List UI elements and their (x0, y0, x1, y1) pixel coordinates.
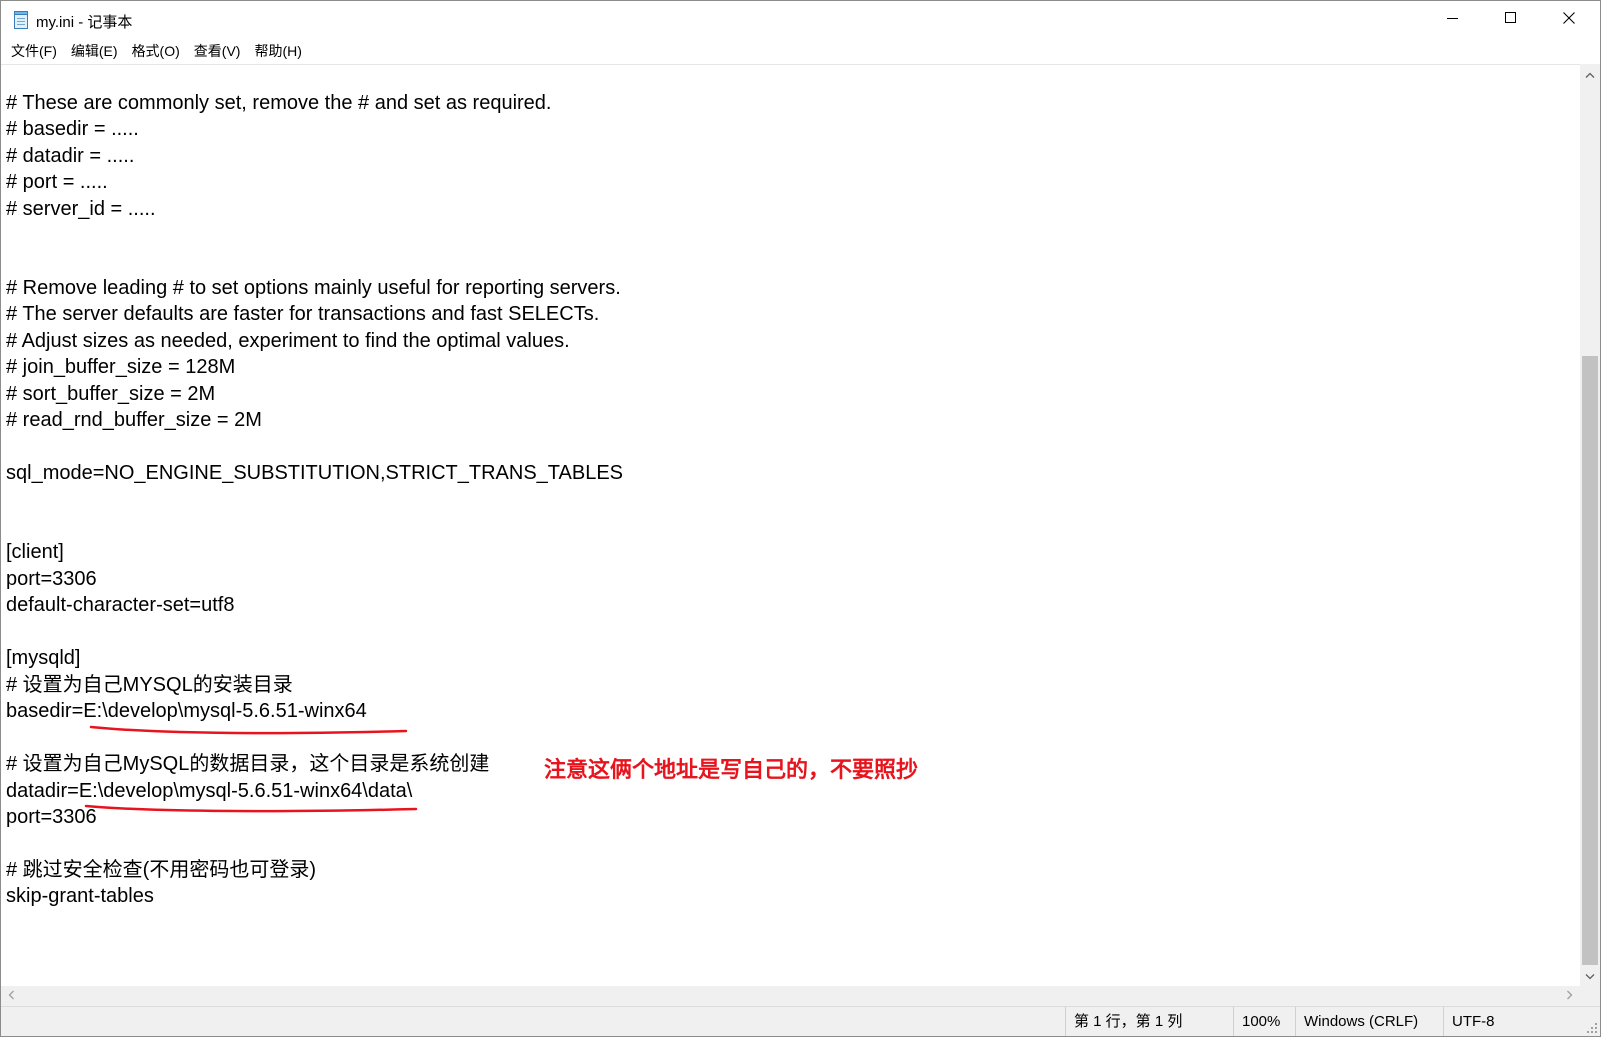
scroll-left-button[interactable] (1, 986, 21, 1006)
datadir-underline (84, 804, 418, 813)
maximize-icon (1505, 11, 1517, 29)
zoom-level: 100% (1233, 1007, 1295, 1036)
title-bar[interactable]: my.ini - 记事本 (1, 1, 1600, 39)
minimize-button[interactable] (1424, 1, 1482, 39)
encoding: UTF-8 (1443, 1007, 1581, 1036)
red-underline-marks (84, 725, 418, 813)
chevron-right-icon (1567, 987, 1573, 1005)
editor-line: port=3306 (6, 568, 97, 590)
text-editor[interactable]: # These are commonly set, remove the # a… (1, 64, 1580, 987)
editor-line: # join_buffer_size = 128M (6, 356, 236, 378)
scroll-right-button[interactable] (1560, 986, 1580, 1006)
notepad-icon (13, 11, 29, 29)
close-icon (1563, 11, 1575, 29)
editor-line: # Adjust sizes as needed, experiment to … (6, 330, 570, 352)
scrollbar-corner (1580, 986, 1600, 1006)
menu-view[interactable]: 查看(V) (187, 39, 248, 63)
maximize-button[interactable] (1482, 1, 1540, 39)
editor-line: basedir=E:\develop\mysql-5.6.51-winx64 (6, 700, 367, 722)
editor-line: datadir=E:\develop\mysql-5.6.51-winx64\d… (6, 780, 413, 802)
editor-line: [mysqld] (6, 647, 81, 669)
minimize-icon (1447, 11, 1459, 29)
menu-help[interactable]: 帮助(H) (247, 39, 308, 63)
scroll-up-button[interactable] (1580, 64, 1600, 84)
window-title: my.ini - 记事本 (36, 14, 133, 31)
editor-line: # 设置为自己MySQL的数据目录，这个目录是系统创建 (6, 753, 490, 775)
chevron-down-icon (1585, 967, 1595, 985)
menu-edit[interactable]: 编辑(E) (64, 39, 125, 63)
vertical-scrollbar[interactable] (1580, 64, 1600, 986)
vertical-scroll-thumb[interactable] (1582, 356, 1598, 965)
chevron-up-icon (1585, 65, 1595, 83)
editor-line: # Remove leading # to set options mainly… (6, 277, 621, 299)
editor-line: port=3306 (6, 806, 97, 828)
close-button[interactable] (1540, 1, 1598, 39)
editor-line: # The server defaults are faster for tra… (6, 303, 600, 325)
line-ending: Windows (CRLF) (1295, 1007, 1443, 1036)
basedir-underline (89, 725, 408, 735)
chevron-left-icon (8, 987, 14, 1005)
editor-line: # 跳过安全检查(不用密码也可登录) (6, 859, 316, 881)
cursor-position: 第 1 行，第 1 列 (1065, 1007, 1233, 1036)
resize-grip-icon[interactable] (1584, 1020, 1598, 1034)
editor-line: # basedir = ..... (6, 118, 139, 140)
editor-line: default-character-set=utf8 (6, 594, 235, 616)
menu-format[interactable]: 格式(O) (125, 39, 187, 63)
status-bar: 第 1 行，第 1 列 100% Windows (CRLF) UTF-8 (1, 1006, 1600, 1036)
editor-line: skip-grant-tables (6, 885, 154, 907)
editor-line: sql_mode=NO_ENGINE_SUBSTITUTION,STRICT_T… (6, 462, 624, 484)
notepad-window: my.ini - 记事本 文件(F) 编辑(E) 格式(O) 查看(V) 帮助(… (0, 0, 1601, 1037)
editor-line: # datadir = ..... (6, 145, 135, 167)
editor-line: # read_rnd_buffer_size = 2M (6, 409, 262, 431)
menu-file[interactable]: 文件(F) (4, 39, 64, 63)
horizontal-scrollbar[interactable] (1, 986, 1580, 1006)
editor-line: # port = ..... (6, 171, 108, 193)
editor-line: # These are commonly set, remove the # a… (6, 92, 552, 114)
handwritten-annotation: 注意这俩个地址是写自己的，不要照抄 (544, 757, 919, 783)
editor-line: [client] (6, 541, 64, 563)
scroll-down-button[interactable] (1580, 966, 1600, 986)
editor-line: # server_id = ..... (6, 198, 156, 220)
editor-line: # sort_buffer_size = 2M (6, 383, 216, 405)
editor-line: # 设置为自己MYSQL的安装目录 (6, 674, 293, 696)
menu-bar: 文件(F) 编辑(E) 格式(O) 查看(V) 帮助(H) (1, 39, 1600, 63)
